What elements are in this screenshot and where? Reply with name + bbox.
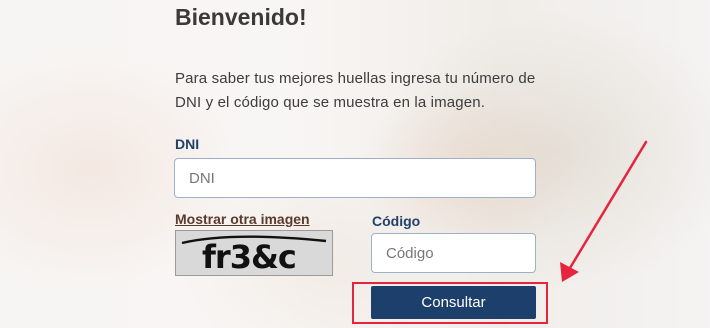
login-form: Bienvenido! Para saber tus mejores huell… bbox=[0, 0, 710, 328]
annotation-arrow-icon bbox=[560, 140, 648, 282]
